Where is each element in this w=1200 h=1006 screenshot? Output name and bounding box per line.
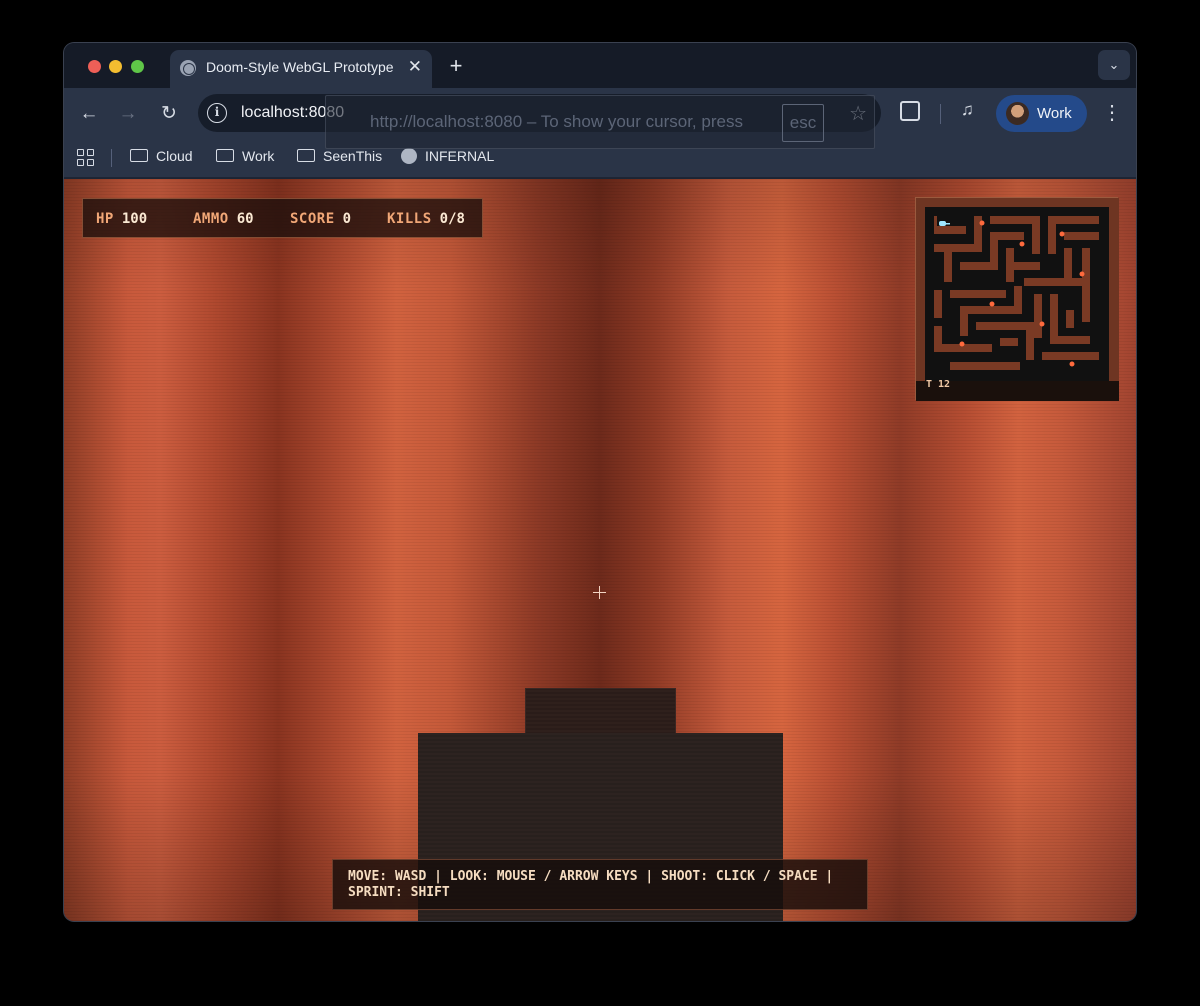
reload-button[interactable]: ↻ — [156, 101, 182, 127]
maximize-window-button[interactable] — [131, 60, 144, 73]
bookmark-label: SeenThis — [323, 148, 383, 164]
profile-label: Work — [1037, 105, 1072, 122]
esc-key-hint: esc — [782, 104, 824, 142]
minimap: T 12 — [915, 197, 1119, 401]
folder-icon — [297, 149, 315, 162]
new-tab-button[interactable]: + — [444, 53, 468, 79]
profile-button[interactable]: Work — [996, 95, 1087, 132]
back-button[interactable]: ← — [76, 101, 102, 127]
toolbar-divider — [940, 104, 941, 124]
bookmark-infernal[interactable]: INFERNAL — [401, 148, 494, 170]
browser-menu-icon[interactable]: ⋮ — [1102, 100, 1122, 125]
globe-icon — [180, 60, 196, 76]
close-window-button[interactable] — [88, 60, 101, 73]
bookmark-work[interactable]: Work — [216, 148, 274, 170]
bookmark-label: Work — [242, 148, 275, 164]
hp-stat: HP 100 — [96, 211, 148, 227]
pointer-lock-notice: http://localhost:8080 – To show your cur… — [325, 95, 875, 149]
close-tab-icon[interactable]: ✕ — [408, 57, 422, 77]
bookmark-seenthis[interactable]: SeenThis — [297, 148, 382, 170]
kills-stat: KILLS 0/8 — [387, 211, 465, 227]
minimap-label: T 12 — [926, 379, 951, 390]
apps-grid-icon[interactable] — [77, 149, 94, 166]
bookmark-cloud[interactable]: Cloud — [130, 148, 193, 170]
site-info-icon[interactable]: i — [207, 103, 227, 123]
controls-help: MOVE: WASD | LOOK: MOUSE / ARROW KEYS | … — [332, 859, 868, 910]
tab-doom-prototype[interactable]: Doom-Style WebGL Prototype ✕ — [170, 50, 432, 88]
tab-strip: Doom-Style WebGL Prototype ✕ + ⌄ — [64, 43, 1136, 88]
ammo-stat: AMMO 60 — [193, 211, 254, 227]
tab-search-button[interactable]: ⌄ — [1098, 50, 1130, 80]
minimize-window-button[interactable] — [109, 60, 122, 73]
tab-title: Doom-Style WebGL Prototype — [206, 59, 394, 75]
avatar — [1006, 102, 1029, 125]
globe-icon — [401, 148, 417, 164]
hud-stats-panel: HP 100 AMMO 60 SCORE 0 KILLS 0/8 — [82, 198, 483, 238]
pointer-lock-text: http://localhost:8080 – To show your cur… — [370, 112, 743, 131]
bookmark-label: INFERNAL — [425, 148, 495, 164]
folder-icon — [130, 149, 148, 162]
media-controls-icon[interactable]: ♫ — [961, 100, 974, 120]
extensions-icon[interactable] — [900, 101, 920, 121]
bookmark-label: Cloud — [156, 148, 193, 164]
folder-icon — [216, 149, 234, 162]
browser-window: Doom-Style WebGL Prototype ✕ + ⌄ ← → ↻ i… — [64, 43, 1136, 921]
forward-button[interactable]: → — [115, 101, 141, 127]
bookmarks-divider — [111, 149, 112, 167]
minimap-maze — [916, 198, 1119, 401]
crosshair-icon — [593, 586, 606, 599]
score-stat: SCORE 0 — [290, 211, 352, 227]
game-viewport[interactable]: HP 100 AMMO 60 SCORE 0 KILLS 0/8 T 12 MO… — [64, 179, 1136, 921]
